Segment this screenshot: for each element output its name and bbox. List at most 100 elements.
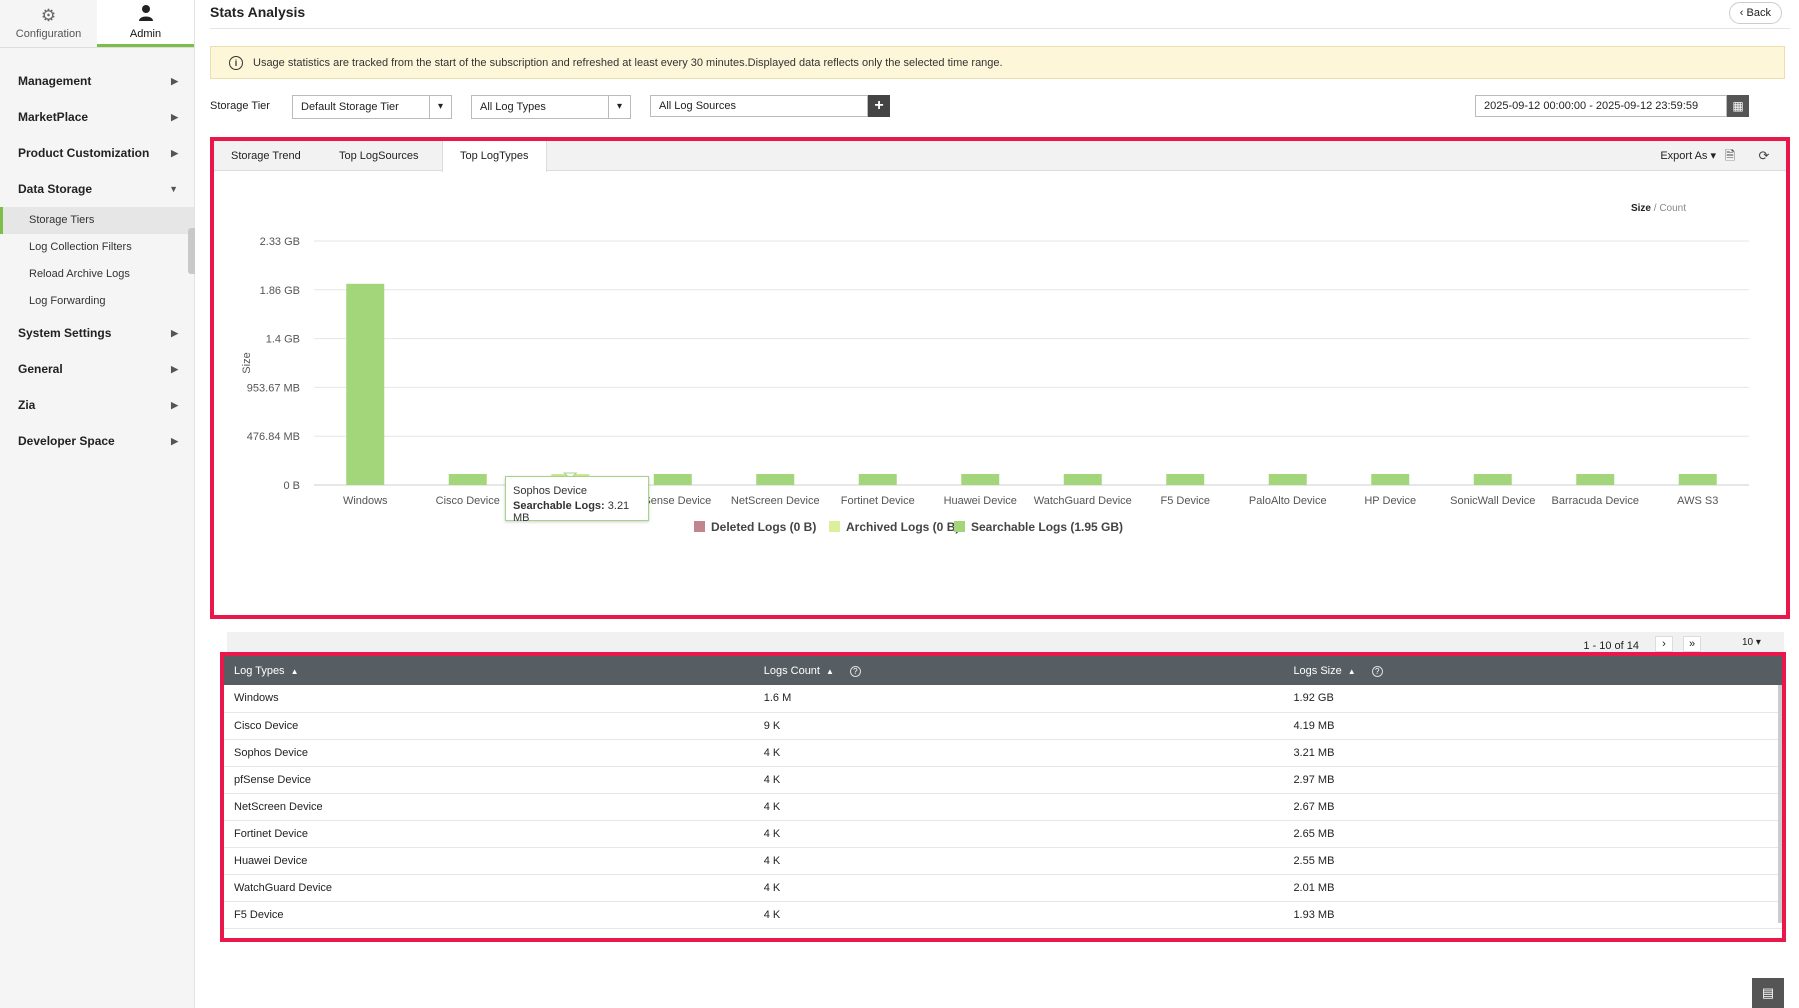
sidebar-item-system-settings[interactable]: System Settings ▶ — [0, 315, 194, 351]
x-tick-label: NetScreen Device — [731, 495, 820, 507]
calendar-button[interactable]: ▦ — [1727, 95, 1749, 117]
table-cell: 4 K — [763, 881, 781, 894]
gear-icon: ⚙ — [40, 6, 57, 25]
storage-tier-label: Storage Tier — [210, 100, 270, 112]
user-icon — [138, 4, 154, 25]
title-row: Stats Analysis ‹ Back — [210, 0, 1790, 29]
help-icon[interactable]: ? — [849, 665, 861, 677]
bar-netscreen-device — [756, 474, 795, 485]
chevron-right-icon: ▶ — [171, 363, 178, 374]
caret-down-icon: ▾ — [1710, 150, 1716, 162]
chevron-right-icon: ▶ — [171, 399, 178, 410]
sidebar-item-label: System Settings — [18, 326, 112, 340]
bar-sonicwall-device — [1473, 474, 1512, 485]
chat-button[interactable]: ▤ — [1752, 978, 1784, 1008]
table-cell: Windows — [234, 692, 279, 705]
x-tick-label: Fortinet Device — [841, 495, 915, 507]
bar-pfsense-device — [653, 474, 692, 485]
table-row[interactable]: pfSense Device 4 K 2.97 MB — [224, 766, 1782, 793]
tab-top-logtypes[interactable]: Top LogTypes — [442, 141, 547, 172]
log-types-select[interactable]: All Log Types ▾ — [471, 95, 631, 119]
chevron-right-icon: ▶ — [171, 327, 178, 338]
back-button[interactable]: ‹ Back — [1728, 2, 1782, 24]
table-row[interactable]: F5 Device 4 K 1.93 MB — [224, 901, 1782, 928]
table-row[interactable]: WatchGuard Device 4 K 2.01 MB — [224, 874, 1782, 901]
sidebar-subitem-storage-tiers[interactable]: Storage Tiers — [0, 207, 194, 234]
bar-paloalto-device — [1268, 474, 1307, 485]
sidebar-item-marketplace[interactable]: MarketPlace ▶ — [0, 99, 194, 135]
bar-huawei-device — [961, 474, 1000, 485]
table-row[interactable]: Huawei Device 4 K 2.55 MB — [224, 847, 1782, 874]
y-tick-label: 476.84 MB — [247, 431, 300, 443]
date-range-field[interactable]: 2025-09-12 00:00:00 - 2025-09-12 23:59:5… — [1475, 95, 1727, 117]
table-cell: 1.93 MB — [1293, 908, 1335, 921]
back-button-label: Back — [1746, 7, 1771, 19]
x-tick-label: Huawei Device — [944, 495, 1017, 507]
table-row[interactable]: Fortinet Device 4 K 2.65 MB — [224, 820, 1782, 847]
add-log-source-button[interactable]: + — [868, 95, 890, 117]
last-page-button[interactable]: » — [1683, 636, 1701, 652]
help-icon[interactable]: ? — [1371, 665, 1383, 677]
table-cell: 4 K — [763, 908, 781, 921]
tab-top-logsources[interactable]: Top LogSources — [322, 141, 436, 171]
log-types-value: All Log Types — [480, 101, 546, 113]
chart-tabs: Storage Trend Top LogSources Top LogType… — [214, 141, 1786, 172]
sidebar-item-management[interactable]: Management ▶ — [0, 63, 194, 99]
column-header-label: Logs Size — [1293, 664, 1342, 677]
sidebar-item-developer-space[interactable]: Developer Space ▶ — [0, 423, 194, 459]
sort-asc-icon: ▲ — [290, 666, 299, 676]
sidebar-collapse-handle[interactable] — [188, 228, 195, 274]
log-sources-field[interactable]: All Log Sources — [650, 95, 868, 117]
column-header-logs-size[interactable]: Logs Size ▲? — [1283, 656, 1782, 685]
table-scrollbar[interactable] — [1778, 685, 1782, 923]
table-cell: 2.55 MB — [1293, 854, 1335, 867]
tab-admin[interactable]: Admin — [97, 0, 194, 47]
sidebar-item-general[interactable]: General ▶ — [0, 351, 194, 387]
tab-configuration-label: Configuration — [15, 28, 82, 40]
bar-aws-s3 — [1678, 474, 1717, 485]
column-header-label: Log Types — [234, 664, 285, 677]
table-cell: 3.21 MB — [1293, 746, 1335, 759]
main-content: Stats Analysis ‹ Back i Usage statistics… — [210, 0, 1790, 1008]
bar-watchguard-device — [1063, 474, 1102, 485]
column-header-log-types[interactable]: Log Types ▲ — [224, 656, 754, 685]
table-row[interactable]: Windows 1.6 M 1.92 GB — [224, 685, 1782, 712]
export-as-label: Export As — [1660, 150, 1708, 162]
caret-down-icon: ▾ — [1755, 637, 1761, 648]
sidebar-subitem-log-forwarding[interactable]: Log Forwarding — [0, 288, 194, 315]
storage-tier-select[interactable]: Default Storage Tier ▾ — [292, 95, 452, 119]
sidebar-item-data-storage[interactable]: Data Storage ▼ — [0, 171, 194, 207]
tab-storage-trend[interactable]: Storage Trend — [214, 141, 318, 171]
table-cell: 4 K — [763, 827, 781, 840]
log-sources-value: All Log Sources — [659, 100, 737, 112]
tab-configuration[interactable]: ⚙ Configuration — [0, 0, 97, 47]
legend-label: Searchable Logs (1.95 GB) — [971, 520, 1123, 534]
sidebar-item-product-customization[interactable]: Product Customization ▶ — [0, 135, 194, 171]
table-cell: NetScreen Device — [234, 800, 323, 813]
table-cell: 4 K — [763, 746, 781, 759]
sidebar-item-label: General — [18, 362, 63, 376]
chevron-down-icon: ▾ — [429, 96, 451, 118]
legend-swatch — [829, 521, 840, 532]
table-row[interactable]: Cisco Device 9 K 4.19 MB — [224, 712, 1782, 739]
per-page-value: 10 — [1742, 637, 1754, 648]
x-tick-label: WatchGuard Device — [1034, 495, 1132, 507]
sidebar-subitem-reload-archive-logs[interactable]: Reload Archive Logs — [0, 261, 194, 288]
table-row[interactable]: NetScreen Device 4 K 2.67 MB — [224, 793, 1782, 820]
sidebar-item-label: Product Customization — [18, 146, 150, 160]
legend-swatch — [954, 521, 965, 532]
table-cell: 2.01 MB — [1293, 881, 1335, 894]
per-page-select[interactable]: 10 ▾ — [1742, 636, 1774, 652]
next-page-button[interactable]: › — [1655, 636, 1673, 652]
schedule-report-icon[interactable]: 🗎 — [1722, 148, 1738, 164]
export-as-button[interactable]: Export As ▾ — [1660, 141, 1716, 171]
y-tick-label: 0 B — [283, 480, 300, 492]
column-header-logs-count[interactable]: Logs Count ▲? — [754, 656, 1284, 685]
table-cell: Sophos Device — [234, 746, 308, 759]
table-row[interactable]: Sophos Device 4 K 3.21 MB — [224, 739, 1782, 766]
double-chevron-right-icon: » — [1688, 638, 1696, 650]
sidebar-item-zia[interactable]: Zia ▶ — [0, 387, 194, 423]
refresh-icon[interactable]: ⟳ — [1756, 148, 1772, 164]
x-tick-label: Barracuda Device — [1552, 495, 1639, 507]
sidebar-subitem-log-collection-filters[interactable]: Log Collection Filters — [0, 234, 194, 261]
